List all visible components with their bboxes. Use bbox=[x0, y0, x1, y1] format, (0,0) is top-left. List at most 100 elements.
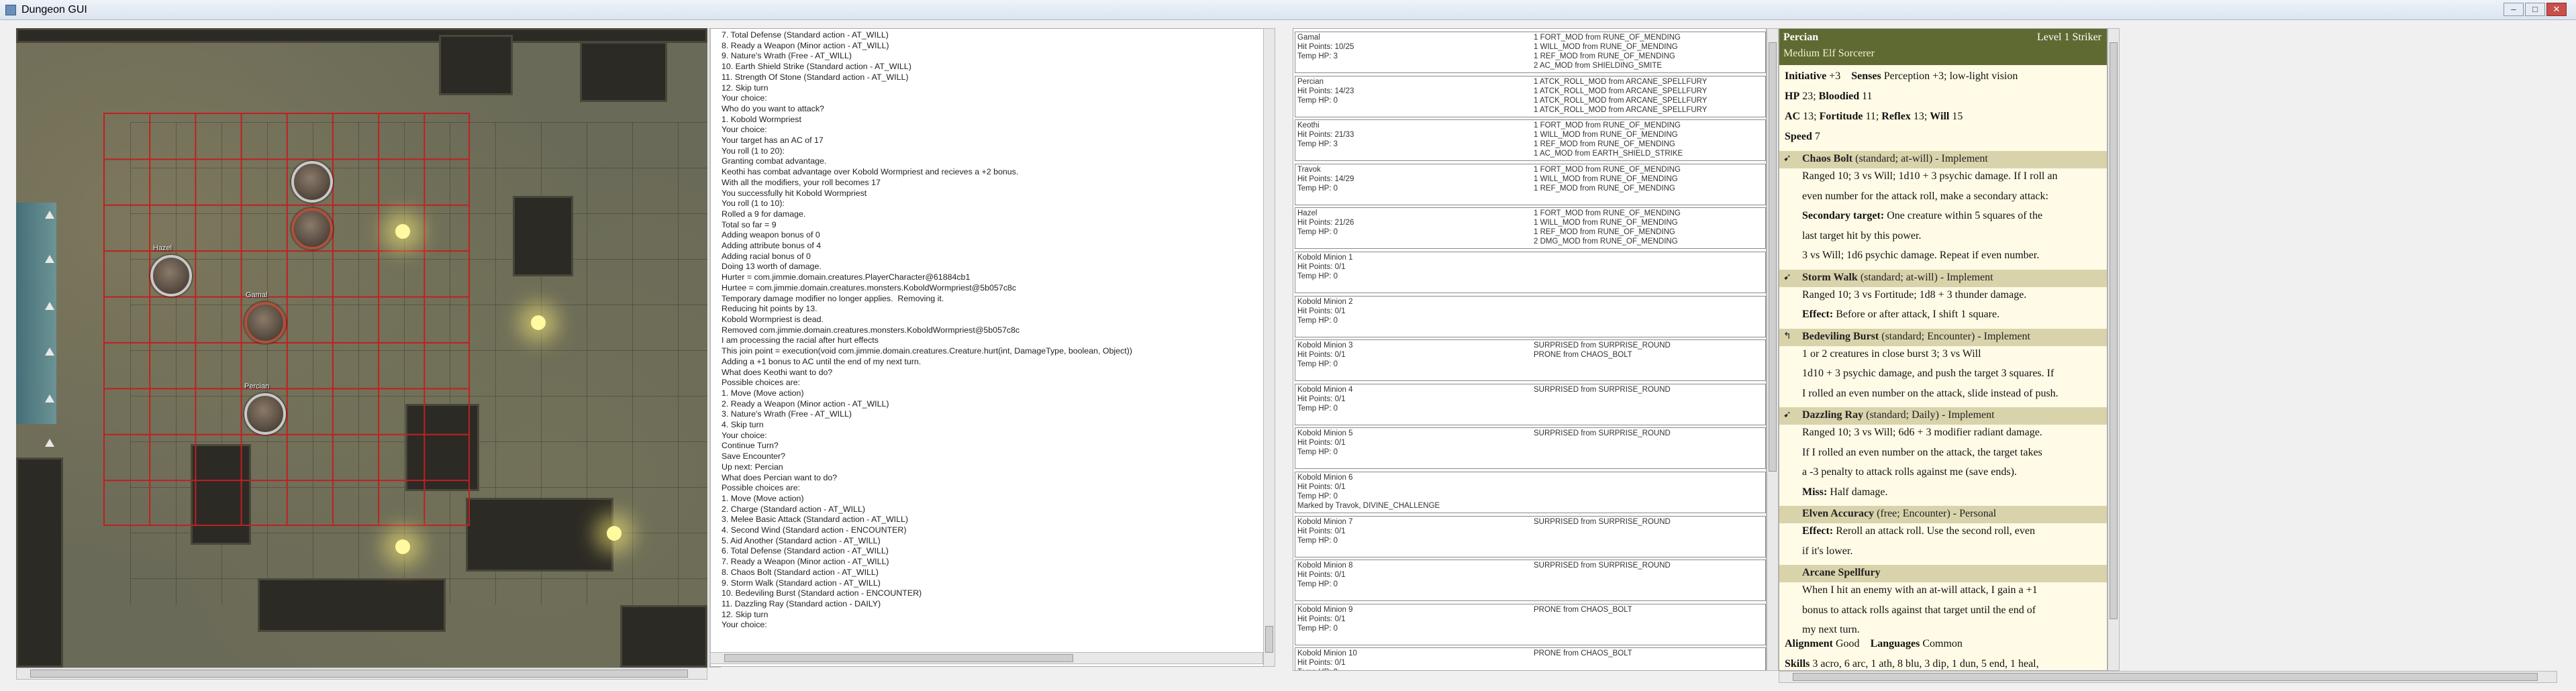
combatant-hp: Hit Points: 14/23 bbox=[1297, 87, 1354, 95]
combatant-card[interactable]: Kobold Minion 6 Hit Points: 0/1 Temp HP: 0… bbox=[1295, 472, 1766, 513]
token-label: Percian bbox=[244, 382, 270, 390]
modifier-line: 1 AC_MOD from EARTH_SHIELD_STRIKE bbox=[1534, 150, 1683, 158]
scrollbar-thumb[interactable] bbox=[1793, 673, 2538, 681]
power-header[interactable]: ➹ Chaos Bolt (standard; at-will) - Implem… bbox=[1779, 151, 2107, 168]
combatant-temp-hp: Temp HP: 0 bbox=[1297, 228, 1338, 237]
power-description-line: 3 vs Will; 1d6 psychic damage. Repeat if… bbox=[1802, 250, 2040, 261]
combatant-card[interactable]: Kobold Minion 5 Hit Points: 0/1 Temp HP: 0… bbox=[1295, 427, 1766, 470]
power-description-line: a -3 penalty to attack rolls against me … bbox=[1802, 466, 2017, 478]
skills-row: Skills 3 acro, 6 arc, 1 ath, 8 blu, 3 di… bbox=[1785, 658, 2039, 670]
log-vertical-scrollbar[interactable] bbox=[1263, 28, 1275, 667]
log-line: 12. Skip turn bbox=[722, 609, 769, 619]
ranged-attack-icon: ➹ bbox=[1783, 272, 1791, 282]
combatant-card[interactable]: Kobold Minion 7 Hit Points: 0/1 Temp HP: 0… bbox=[1295, 515, 1766, 557]
power-description-line: When I hit an enemy with an at-will atta… bbox=[1802, 584, 2038, 596]
combatant-card[interactable]: Kobold Minion 8 Hit Points: 0/1 Temp HP: 0… bbox=[1295, 560, 1766, 602]
token-hostile[interactable] bbox=[291, 208, 333, 250]
combatant-temp-hp: Temp HP: 0 bbox=[1297, 404, 1338, 413]
log-line: What does Keothi want to do? bbox=[722, 367, 833, 377]
scrollbar-thumb[interactable] bbox=[30, 670, 688, 678]
combatant-card[interactable]: Kobold Minion 2 Hit Points: 0/1 Temp HP: 0 bbox=[1295, 295, 1766, 337]
scrollbar-thumb[interactable] bbox=[2110, 42, 2118, 619]
log-line: Temporary damage modifier no longer appl… bbox=[722, 293, 944, 303]
power-header[interactable]: ➹ Dazzling Ray (standard; Daily) - Implem… bbox=[1779, 407, 2107, 425]
map-horizontal-scrollbar[interactable] bbox=[16, 668, 707, 680]
combatant-temp-hp: Temp HP: 0 bbox=[1297, 360, 1338, 369]
modifier-line: PRONE from CHAOS_BOLT bbox=[1534, 649, 1632, 658]
combatant-card[interactable]: Keothi Hit Points: 21/33 Temp HP: 3 1 FORT_… bbox=[1295, 119, 1766, 162]
combatant-card[interactable]: Kobold Minion 9 Hit Points: 0/1 Temp HP: 0… bbox=[1295, 603, 1766, 645]
combatant-temp-hp: Temp HP: 0 bbox=[1297, 316, 1338, 325]
power-description-line: Ranged 10; 3 vs Will; 1d10 + 3 psychic d… bbox=[1802, 170, 2058, 182]
battle-map[interactable]: Hazel Gamal Percian bbox=[16, 28, 707, 668]
combatant-card[interactable]: Kobold Minion 4 Hit Points: 0/1 Temp HP: 0… bbox=[1295, 383, 1766, 425]
sheet-horizontal-scrollbar[interactable] bbox=[1779, 671, 2557, 683]
combatant-card[interactable]: Gamal Hit Points: 10/25 Temp HP: 3 1 FORT_M… bbox=[1295, 32, 1766, 73]
log-line: 1. Kobold Wormpriest bbox=[722, 114, 801, 124]
log-line: Adding weapon bonus of 0 bbox=[722, 230, 820, 240]
token-percian[interactable] bbox=[244, 393, 286, 435]
power-description-line: even number for the attack roll, make a … bbox=[1802, 190, 2048, 202]
combatant-modifiers: SURPRISED from SURPRISE_ROUND bbox=[1534, 517, 1671, 527]
power-description-line: Ranged 10; 3 vs Will; 6d6 + 3 modifier r… bbox=[1802, 427, 2042, 438]
marker-icon bbox=[45, 302, 54, 310]
combatant-hp: Hit Points: 0/1 bbox=[1297, 527, 1346, 535]
alignment-row: Alignment Good Languages Common bbox=[1785, 638, 1963, 649]
close-button[interactable]: ✕ bbox=[2546, 3, 2567, 16]
token-hazel[interactable] bbox=[150, 255, 192, 297]
combatant-card[interactable]: Travok Hit Points: 14/29 Temp HP: 0 1 FORT_… bbox=[1295, 163, 1766, 205]
map-wall bbox=[580, 42, 667, 102]
scrollbar-thumb[interactable] bbox=[1769, 42, 1777, 472]
combatant-list[interactable]: Gamal Hit Points: 10/25 Temp HP: 31 FORT_M… bbox=[1293, 28, 1767, 671]
scrollbar-thumb[interactable] bbox=[724, 654, 1073, 662]
log-horizontal-scrollbar[interactable] bbox=[710, 652, 1263, 664]
sheet-vertical-scrollbar[interactable] bbox=[2108, 28, 2120, 671]
combatant-temp-hp: Temp HP: 0 bbox=[1297, 536, 1338, 545]
combatant-card[interactable]: Hazel Hit Points: 21/26 Temp HP: 0 1 FORT_M… bbox=[1295, 207, 1766, 250]
power-description-line: if it's lower. bbox=[1802, 545, 1853, 557]
power-header[interactable]: ➹ Storm Walk (standard; at-will) - Implem… bbox=[1779, 269, 2107, 287]
combatant-vertical-scrollbar[interactable] bbox=[1767, 28, 1779, 671]
log-line: I am processing the racial after hurt ef… bbox=[722, 335, 879, 346]
token-ally[interactable] bbox=[291, 161, 333, 203]
maximize-button[interactable]: □ bbox=[2525, 3, 2545, 16]
combatant-card[interactable]: Kobold Minion 1 Hit Points: 0/1 Temp HP: 0 bbox=[1295, 252, 1766, 293]
log-line: Keothi has combat advantage over Kobold … bbox=[722, 167, 1019, 177]
token-gamal[interactable] bbox=[244, 302, 286, 343]
combatant-name: Kobold Minion 3 bbox=[1297, 341, 1353, 350]
log-line: Hurtee = com.jimmie.domain.creatures.mon… bbox=[722, 282, 1016, 293]
combatant-name: Kobold Minion 1 bbox=[1297, 254, 1353, 262]
power-description-line: Effect: Reroll an attack roll. Use the s… bbox=[1802, 525, 2035, 537]
combat-log[interactable]: 7. Total Defense (Standard action - AT_W… bbox=[710, 28, 1275, 667]
power-header[interactable]: ↰ Bedeviling Burst (standard; Encounter) … bbox=[1779, 328, 2107, 346]
combatant-modifiers: SURPRISED from SURPRISE_ROUND PRONE from … bbox=[1534, 341, 1671, 360]
combatant-card[interactable]: Percian Hit Points: 14/23 Temp HP: 0 1 ATCK… bbox=[1295, 75, 1766, 117]
combatant-hp: Hit Points: 0/1 bbox=[1297, 615, 1346, 623]
power-description-line: last target hit by this power. bbox=[1802, 229, 1922, 242]
token-label: Gamal bbox=[246, 291, 268, 299]
modifier-line: SURPRISED from SURPRISE_ROUND bbox=[1534, 517, 1671, 526]
power-name: Bedeviling Burst bbox=[1802, 330, 1879, 342]
scrollbar-thumb[interactable] bbox=[1265, 626, 1273, 653]
power-header[interactable]: Arcane Spellfury bbox=[1779, 565, 2107, 582]
combatant-hp: Hit Points: 21/26 bbox=[1297, 219, 1354, 227]
minimize-button[interactable]: – bbox=[2504, 3, 2524, 16]
character-sheet[interactable]: Percian Level 1 Striker Medium Elf Sorce… bbox=[1779, 28, 2108, 671]
combatant-card[interactable]: Kobold Minion 10Hit Points: 0/1Temp HP: … bbox=[1295, 647, 1766, 670]
combatant-hp: Hit Points: 21/33 bbox=[1297, 131, 1354, 140]
power-header[interactable]: Elven Accuracy (free; Encounter) - Perso… bbox=[1779, 506, 2107, 523]
combatant-modifiers: 1 ATCK_ROLL_MOD from ARCANE_SPELLFURY 1 A… bbox=[1534, 77, 1707, 115]
modifier-line: PRONE from CHAOS_BOLT bbox=[1534, 351, 1632, 360]
log-line: What does Percian want to do? bbox=[722, 472, 838, 482]
map-wall bbox=[513, 196, 573, 276]
combatant-card[interactable]: Kobold Minion 3 Hit Points: 0/1 Temp HP: 0… bbox=[1295, 339, 1766, 382]
log-line: This join point = execution(void com.jim… bbox=[722, 346, 1132, 356]
log-line: Kobold Wormpriest is dead. bbox=[722, 314, 824, 324]
modifier-line: 1 WILL_MOD from RUNE_OF_MENDING bbox=[1534, 43, 1678, 51]
marker-icon bbox=[45, 348, 54, 356]
log-line: Adding a +1 bonus to AC until the end of… bbox=[722, 356, 922, 366]
modifier-line: 1 REF_MOD from RUNE_OF_MENDING bbox=[1534, 52, 1675, 60]
combatant-name: Kobold Minion 6 bbox=[1297, 474, 1353, 482]
log-line: With all the modifiers, your roll become… bbox=[722, 177, 881, 187]
modifier-line: 1 REF_MOD from RUNE_OF_MENDING bbox=[1534, 184, 1675, 193]
